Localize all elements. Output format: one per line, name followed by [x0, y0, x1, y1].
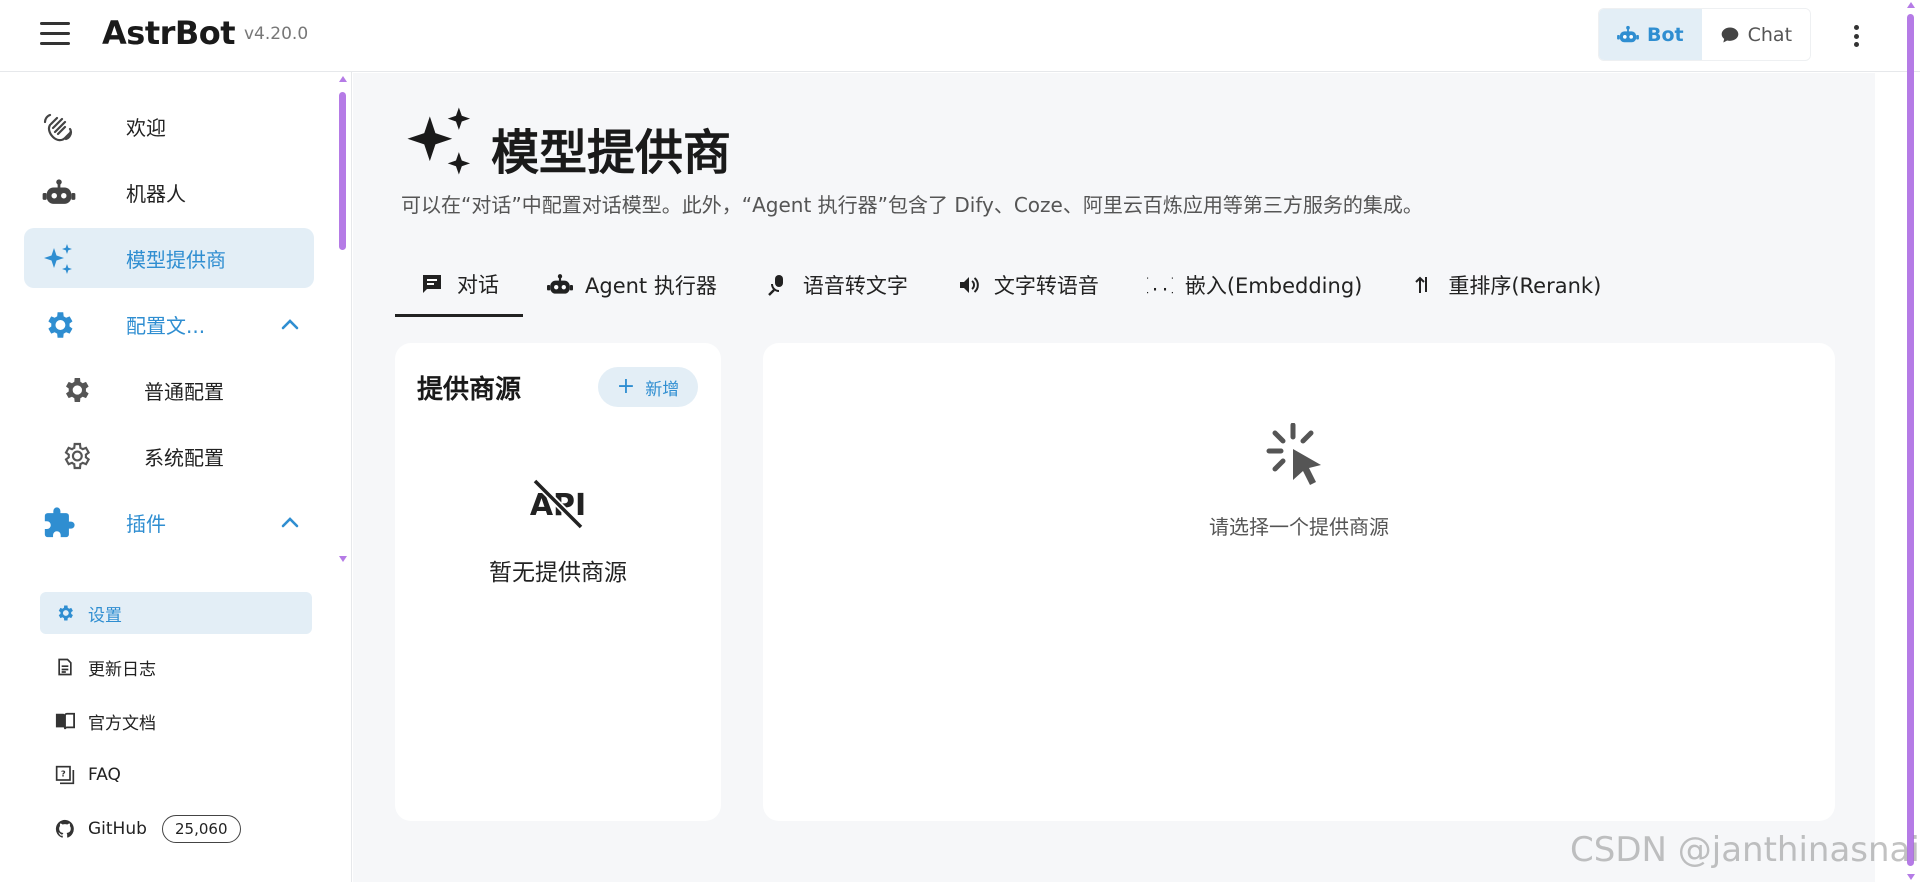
robot-icon — [1617, 25, 1639, 42]
puzzle-icon — [42, 506, 76, 540]
speaker-icon — [956, 272, 982, 298]
footer-item-changelog[interactable]: 更新日志 — [40, 646, 312, 688]
page-title: 模型提供商 — [491, 125, 732, 181]
provider-source-title: 提供商源 — [417, 375, 522, 405]
tab-agent-runner[interactable]: Agent 执行器 — [523, 253, 741, 317]
sidebar-item-label: 欢迎 — [126, 115, 166, 140]
provider-detail-card: 请选择一个提供商源 — [763, 343, 1835, 821]
sparkles-icon — [407, 107, 471, 175]
watermark: CSDN @janthinasnail — [1570, 830, 1920, 870]
hamburger-menu-icon[interactable] — [40, 22, 70, 48]
mode-chat-label: Chat — [1747, 23, 1793, 46]
footer-item-label: GitHub — [88, 819, 147, 839]
footer-item-label: FAQ — [88, 765, 121, 785]
sidebar-item-general-config[interactable]: 普通配置 — [44, 362, 314, 418]
sidebar-item-label: 系统配置 — [144, 445, 224, 470]
book-icon — [54, 710, 76, 732]
sort-arrows-icon — [1410, 272, 1436, 298]
app-version: v4.20.0 — [244, 24, 309, 44]
sidebar: 欢迎 机器人 模型提供商 配置文... 普通配置 系统配置 插件 设置 更新日志… — [0, 72, 352, 882]
curly-braces-icon: {..} — [1147, 272, 1173, 298]
chevron-up-icon[interactable] — [280, 514, 300, 530]
sidebar-item-model-providers[interactable]: 模型提供商 — [24, 228, 314, 288]
tab-label: 嵌入(Embedding) — [1184, 274, 1363, 298]
chat-bubble-icon — [1721, 27, 1738, 42]
main-content: 模型提供商 可以在“对话”中配置对话模型。此外，“Agent 执行器”包含了 D… — [353, 73, 1875, 882]
api-off-icon: API — [530, 478, 586, 530]
footer-item-settings[interactable]: 设置 — [40, 592, 312, 634]
svg-text:?: ? — [61, 769, 66, 779]
provider-tabs: 对话 Agent 执行器 语音转文字 文字转语音 {..} 嵌入(Embeddi… — [395, 253, 1625, 317]
sidebar-scrollbar-thumb[interactable] — [339, 92, 346, 250]
waving-hand-icon — [42, 110, 76, 144]
provider-source-card: 提供商源 + 新增 API 暂无提供商源 — [395, 343, 721, 821]
tab-label: 文字转语音 — [993, 274, 1099, 298]
page-scrollbar[interactable] — [1905, 0, 1917, 882]
app-logo: AstrBot — [102, 14, 236, 52]
page-subtitle: 可以在“对话”中配置对话模型。此外，“Agent 执行器”包含了 Dify、Co… — [401, 193, 1423, 217]
tab-label: 重排序(Rerank) — [1448, 274, 1602, 298]
gear-icon — [54, 602, 76, 624]
faq-icon: ? — [54, 764, 76, 786]
chevron-up-icon[interactable] — [280, 316, 300, 332]
sidebar-item-bot[interactable]: 机器人 — [24, 162, 314, 222]
footer-item-faq[interactable]: ? FAQ — [40, 754, 312, 796]
sparkles-icon — [42, 242, 76, 276]
sidebar-item-plugins[interactable]: 插件 — [24, 492, 314, 552]
microphone-icon — [765, 272, 791, 298]
tab-label: Agent 执行器 — [585, 274, 717, 298]
sidebar-item-label: 配置文... — [126, 313, 206, 338]
sidebar-item-system-config[interactable]: 系统配置 — [44, 428, 314, 484]
github-icon — [54, 818, 76, 840]
tab-rerank[interactable]: 重排序(Rerank) — [1386, 253, 1625, 317]
footer-item-docs[interactable]: 官方文档 — [40, 700, 312, 742]
cursor-click-icon — [1266, 423, 1321, 485]
sidebar-item-config-files[interactable]: 配置文... — [24, 294, 314, 354]
tab-label: 语音转文字 — [802, 274, 908, 298]
svg-text:{..}: {..} — [1147, 275, 1173, 295]
tab-chat[interactable]: 对话 — [395, 253, 523, 317]
gear-outline-icon — [60, 440, 92, 472]
sidebar-item-label: 模型提供商 — [126, 247, 226, 272]
sidebar-item-label: 机器人 — [126, 181, 186, 206]
sidebar-item-label: 插件 — [126, 511, 166, 536]
robot-icon — [42, 176, 76, 210]
top-app-bar: AstrBot v4.20.0 Bot Chat — [0, 0, 1920, 72]
chat-square-icon — [419, 271, 445, 297]
scroll-down-arrow-icon[interactable] — [339, 556, 347, 562]
add-provider-button[interactable]: + 新增 — [598, 367, 698, 407]
tab-speech-to-text[interactable]: 语音转文字 — [741, 253, 932, 317]
scroll-up-arrow-icon[interactable] — [1907, 2, 1915, 8]
robot-icon — [547, 272, 573, 298]
footer-item-label: 官方文档 — [88, 713, 156, 734]
mode-bot-button[interactable]: Bot — [1599, 9, 1702, 60]
tab-label: 对话 — [457, 272, 499, 297]
tab-embedding[interactable]: {..} 嵌入(Embedding) — [1123, 253, 1387, 317]
more-options-icon[interactable] — [1850, 22, 1862, 50]
mode-bot-label: Bot — [1647, 23, 1684, 46]
sidebar-item-label: 普通配置 — [144, 379, 224, 404]
sidebar-scrollbar[interactable] — [337, 76, 349, 562]
github-stars-badge: 25,060 — [162, 815, 241, 843]
footer-item-label: 更新日志 — [88, 659, 156, 680]
scroll-down-arrow-icon[interactable] — [1907, 874, 1915, 880]
scroll-up-arrow-icon[interactable] — [339, 76, 347, 82]
mode-switch: Bot Chat — [1598, 8, 1812, 61]
select-provider-hint: 请选择一个提供商源 — [1209, 515, 1389, 539]
footer-item-github[interactable]: GitHub 25,060 — [40, 808, 312, 850]
footer-item-label: 设置 — [88, 605, 122, 626]
add-provider-label: 新增 — [645, 379, 680, 400]
empty-providers-text: 暂无提供商源 — [489, 560, 627, 586]
plus-icon: + — [616, 374, 636, 399]
sidebar-item-welcome[interactable]: 欢迎 — [24, 96, 314, 156]
tab-text-to-speech[interactable]: 文字转语音 — [932, 253, 1123, 317]
gear-icon — [42, 308, 76, 342]
gear-icon — [60, 374, 92, 406]
mode-chat-button[interactable]: Chat — [1701, 9, 1811, 60]
page-scrollbar-thumb[interactable] — [1907, 14, 1914, 866]
document-icon — [54, 656, 76, 678]
